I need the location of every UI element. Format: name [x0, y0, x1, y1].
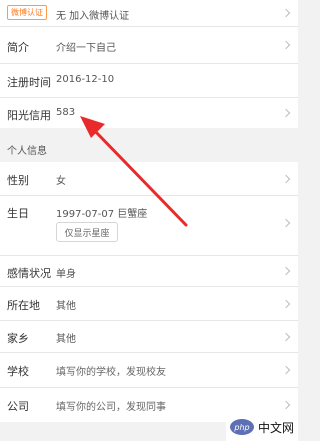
relationship-value: 单身 — [56, 269, 76, 280]
zodiac-only-button[interactable]: 仅显示星座 — [56, 222, 118, 242]
bio-label: 简介 — [7, 41, 29, 54]
row-location[interactable]: 所在地 其他 — [0, 287, 298, 320]
chevron-right-icon — [281, 332, 291, 342]
hometown-value: 其他 — [56, 334, 76, 345]
school-value: 填写你的学校，发现校友 — [56, 367, 166, 378]
gender-label: 性别 — [7, 174, 29, 187]
chevron-right-icon — [281, 108, 291, 118]
gender-value: 女 — [56, 176, 66, 187]
hometown-label: 家乡 — [7, 332, 29, 345]
watermark-text: 中文网 — [257, 420, 294, 435]
section-personal-info: 个人信息 — [0, 128, 298, 162]
row-birthday[interactable]: 生日 1997-07-07 巨蟹座 — [0, 196, 298, 255]
sunshine-credit-label: 阳光信用 — [7, 109, 51, 122]
watermark: php 中文网 — [226, 413, 298, 441]
chevron-right-icon — [281, 400, 291, 410]
location-label: 所在地 — [7, 299, 40, 312]
row-school[interactable]: 学校 填写你的学校，发现校友 — [0, 353, 298, 387]
row-register-time: 注册时间 2016-12-10 — [0, 64, 298, 97]
chevron-right-icon — [281, 8, 291, 18]
verification-badge: 微博认证 — [7, 5, 47, 20]
chevron-right-icon — [281, 365, 291, 375]
chevron-right-icon — [281, 218, 291, 228]
chevron-right-icon — [281, 266, 291, 276]
row-bio[interactable]: 简介 介绍一下自己 — [0, 27, 298, 63]
school-label: 学校 — [7, 365, 29, 378]
chevron-right-icon — [281, 40, 291, 50]
chevron-right-icon — [281, 174, 291, 184]
row-sunshine-credit[interactable]: 阳光信用 583 — [0, 98, 298, 128]
register-time-label: 注册时间 — [7, 76, 51, 89]
sunshine-credit-value: 583 — [56, 107, 76, 118]
verification-value: 无 加入微博认证 — [56, 11, 130, 22]
bio-value: 介绍一下自己 — [56, 43, 116, 54]
row-relationship[interactable]: 感情状况 单身 — [0, 256, 298, 286]
row-hometown[interactable]: 家乡 其他 — [0, 321, 298, 352]
section-title: 个人信息 — [7, 146, 47, 157]
relationship-label: 感情状况 — [7, 267, 51, 280]
birthday-label: 生日 — [7, 207, 29, 220]
chevron-right-icon — [281, 299, 291, 309]
company-value: 填写你的公司，发现同事 — [56, 402, 166, 413]
row-verification[interactable]: 微博认证 无 加入微博认证 — [0, 0, 298, 26]
row-gender[interactable]: 性别 女 — [0, 162, 298, 195]
birthday-value: 1997-07-07 巨蟹座 — [56, 209, 148, 220]
php-logo-icon: php — [229, 419, 254, 435]
company-label: 公司 — [7, 400, 29, 413]
location-value: 其他 — [56, 301, 76, 312]
register-time-value: 2016-12-10 — [56, 74, 115, 85]
